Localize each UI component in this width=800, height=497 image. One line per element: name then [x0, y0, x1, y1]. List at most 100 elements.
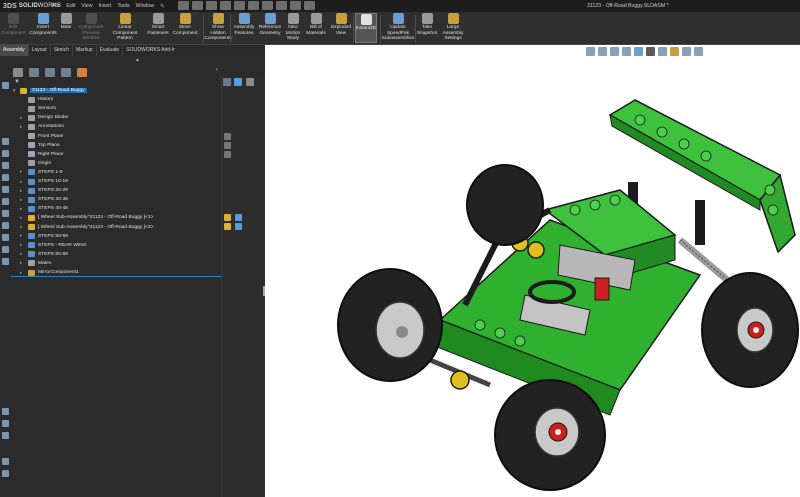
- tool-icon[interactable]: [2, 234, 9, 241]
- tool-icon[interactable]: [2, 222, 9, 229]
- expand-arrow-icon[interactable]: ▸: [20, 270, 25, 276]
- tool-icon[interactable]: [2, 258, 9, 265]
- expand-arrow-icon[interactable]: ▸: [20, 188, 25, 194]
- tree-item[interactable]: Front Plane: [11, 132, 222, 141]
- ribbon-button-assembly-features[interactable]: Assembly Features: [233, 13, 255, 43]
- tool-icon[interactable]: [2, 82, 9, 89]
- ribbon-button-linearcomponent-pattern[interactable]: Linear Component Pattern: [106, 13, 144, 43]
- collapse-arrow-icon[interactable]: ▼: [12, 88, 17, 93]
- appearance-manager-tab-icon[interactable]: [77, 67, 87, 77]
- select-icon[interactable]: [262, 1, 273, 10]
- tool-icon[interactable]: [2, 210, 9, 217]
- ribbon-button-instant3d[interactable]: Instant3D: [355, 13, 377, 43]
- solidworks-logo[interactable]: 3DS SOLID WORKS: [0, 3, 61, 10]
- expand-arrow-icon[interactable]: ▸: [20, 124, 25, 130]
- tree-item[interactable]: ▼ 31123 - Off-Road Buggy: [11, 86, 222, 95]
- tool-icon[interactable]: [2, 420, 9, 427]
- tree-item[interactable]: ▸ STEPS 30-38: [11, 195, 222, 204]
- tree-item[interactable]: Top Plane: [11, 141, 222, 150]
- view-orientation-icon[interactable]: [634, 47, 643, 56]
- ribbon-button-edit-component[interactable]: Edit Component: [0, 13, 26, 43]
- zoom-to-area-icon[interactable]: [598, 47, 607, 56]
- tree-item[interactable]: ▸ Annotations: [11, 122, 222, 131]
- expand-arrow-icon[interactable]: ▸: [20, 115, 25, 121]
- tool-icon[interactable]: [2, 432, 9, 439]
- tree-item[interactable]: ▸ STEPS - REAR WING: [11, 241, 222, 250]
- options-gear-icon[interactable]: [304, 1, 315, 10]
- ribbon-button-reference-geometry[interactable]: Reference Geometry: [258, 13, 282, 43]
- tab-evaluate[interactable]: Evaluate: [97, 45, 124, 56]
- tree-item[interactable]: ▸ STEPS 60-69: [11, 250, 222, 259]
- ribbon-button-exploded-view[interactable]: Exploded View: [330, 13, 352, 43]
- menu-file[interactable]: File: [52, 3, 60, 9]
- tree-item[interactable]: ▸ [ Wheel Sub-Assembly^31123 - Off-Road B…: [11, 213, 222, 222]
- expand-arrow-icon[interactable]: ▸: [20, 215, 25, 221]
- edit-appearance-icon[interactable]: [670, 47, 679, 56]
- column-header-icon[interactable]: [234, 78, 242, 86]
- ribbon-button-mate[interactable]: Mate: [58, 13, 74, 43]
- expand-arrow-icon[interactable]: ▸: [20, 224, 25, 230]
- menu-tools[interactable]: Tools: [117, 3, 129, 9]
- tree-item[interactable]: ▸ STEPS 10-19: [11, 177, 222, 186]
- ribbon-button-update-speedpak-subassemblies[interactable]: Update SpeedPak Subassemblies: [382, 13, 414, 43]
- expand-panel-icon[interactable]: ▲: [135, 57, 140, 63]
- tree-item[interactable]: ▸ Design Binder: [11, 113, 222, 122]
- tool-icon[interactable]: [2, 162, 9, 169]
- tab-markup[interactable]: Markup: [73, 45, 97, 56]
- tree-item[interactable]: Sensors: [11, 104, 222, 113]
- tree-item[interactable]: Right Plane: [11, 150, 222, 159]
- ribbon-button-insert-components[interactable]: Insert Components: [28, 13, 58, 43]
- ribbon-button-billof-materials[interactable]: Bill of Materials: [305, 13, 327, 43]
- feature-manager-tab-icon[interactable]: [13, 67, 23, 77]
- zoom-to-fit-icon[interactable]: [586, 47, 595, 56]
- tree-item[interactable]: ▸ STEPS 20-29: [11, 186, 222, 195]
- undo-icon[interactable]: [234, 1, 245, 10]
- pin-menu-icon[interactable]: ✎: [160, 3, 165, 10]
- off-road-buggy-model[interactable]: [290, 60, 800, 497]
- save-icon[interactable]: [206, 1, 217, 10]
- previous-view-icon[interactable]: [610, 47, 619, 56]
- expand-arrow-icon[interactable]: ▸: [20, 169, 25, 175]
- tree-item[interactable]: Origin: [11, 159, 222, 168]
- open-document-icon[interactable]: [192, 1, 203, 10]
- close-panel-icon[interactable]: ‹: [216, 67, 218, 73]
- tool-icon[interactable]: [2, 470, 9, 477]
- tool-icon[interactable]: [2, 458, 9, 465]
- expand-arrow-icon[interactable]: ▸: [20, 233, 25, 239]
- file-properties-icon[interactable]: [290, 1, 301, 10]
- menu-edit[interactable]: Edit: [66, 3, 75, 9]
- dimxpert-manager-tab-icon[interactable]: [61, 67, 71, 77]
- filter-icon[interactable]: ▼: [14, 79, 20, 85]
- tree-item[interactable]: ▸ STEPS 40-49: [11, 204, 222, 213]
- tree-item[interactable]: ▸ Mates: [11, 259, 222, 268]
- expand-arrow-icon[interactable]: ▸: [20, 206, 25, 212]
- tool-icon[interactable]: [2, 150, 9, 157]
- print-icon[interactable]: [220, 1, 231, 10]
- tool-icon[interactable]: [2, 408, 9, 415]
- menu-window[interactable]: Window: [136, 3, 154, 9]
- rebuild-icon[interactable]: [276, 1, 287, 10]
- view-settings-icon[interactable]: [694, 47, 703, 56]
- ribbon-button-component-preview-window[interactable]: Component Preview Window: [78, 13, 104, 43]
- tool-icon[interactable]: [2, 246, 9, 253]
- tab-assembly[interactable]: Assembly: [0, 45, 29, 56]
- ribbon-button-move-component[interactable]: Move Component: [171, 13, 199, 43]
- expand-arrow-icon[interactable]: ▸: [20, 242, 25, 248]
- expand-arrow-icon[interactable]: ▸: [20, 179, 25, 185]
- tool-icon[interactable]: [2, 138, 9, 145]
- new-document-icon[interactable]: [178, 1, 189, 10]
- expand-arrow-icon[interactable]: ▸: [20, 251, 25, 257]
- ribbon-button-smart-fasteners[interactable]: Smart Fasteners: [147, 13, 169, 43]
- ribbon-button-large-assembly-settings[interactable]: Large Assembly Settings: [441, 13, 465, 43]
- hide-show-items-icon[interactable]: [658, 47, 667, 56]
- section-view-icon[interactable]: [622, 47, 631, 56]
- tree-item[interactable]: ▸ STEPS 50-59: [11, 232, 222, 241]
- ribbon-button-show-hidden-components[interactable]: Show Hidden Components: [204, 13, 232, 43]
- expand-arrow-icon[interactable]: ▸: [20, 260, 25, 266]
- apply-scene-icon[interactable]: [682, 47, 691, 56]
- column-header-icon[interactable]: [246, 78, 254, 86]
- tool-icon[interactable]: [2, 174, 9, 181]
- redo-icon[interactable]: [248, 1, 259, 10]
- tool-icon[interactable]: [2, 186, 9, 193]
- column-header-icon[interactable]: [223, 78, 231, 86]
